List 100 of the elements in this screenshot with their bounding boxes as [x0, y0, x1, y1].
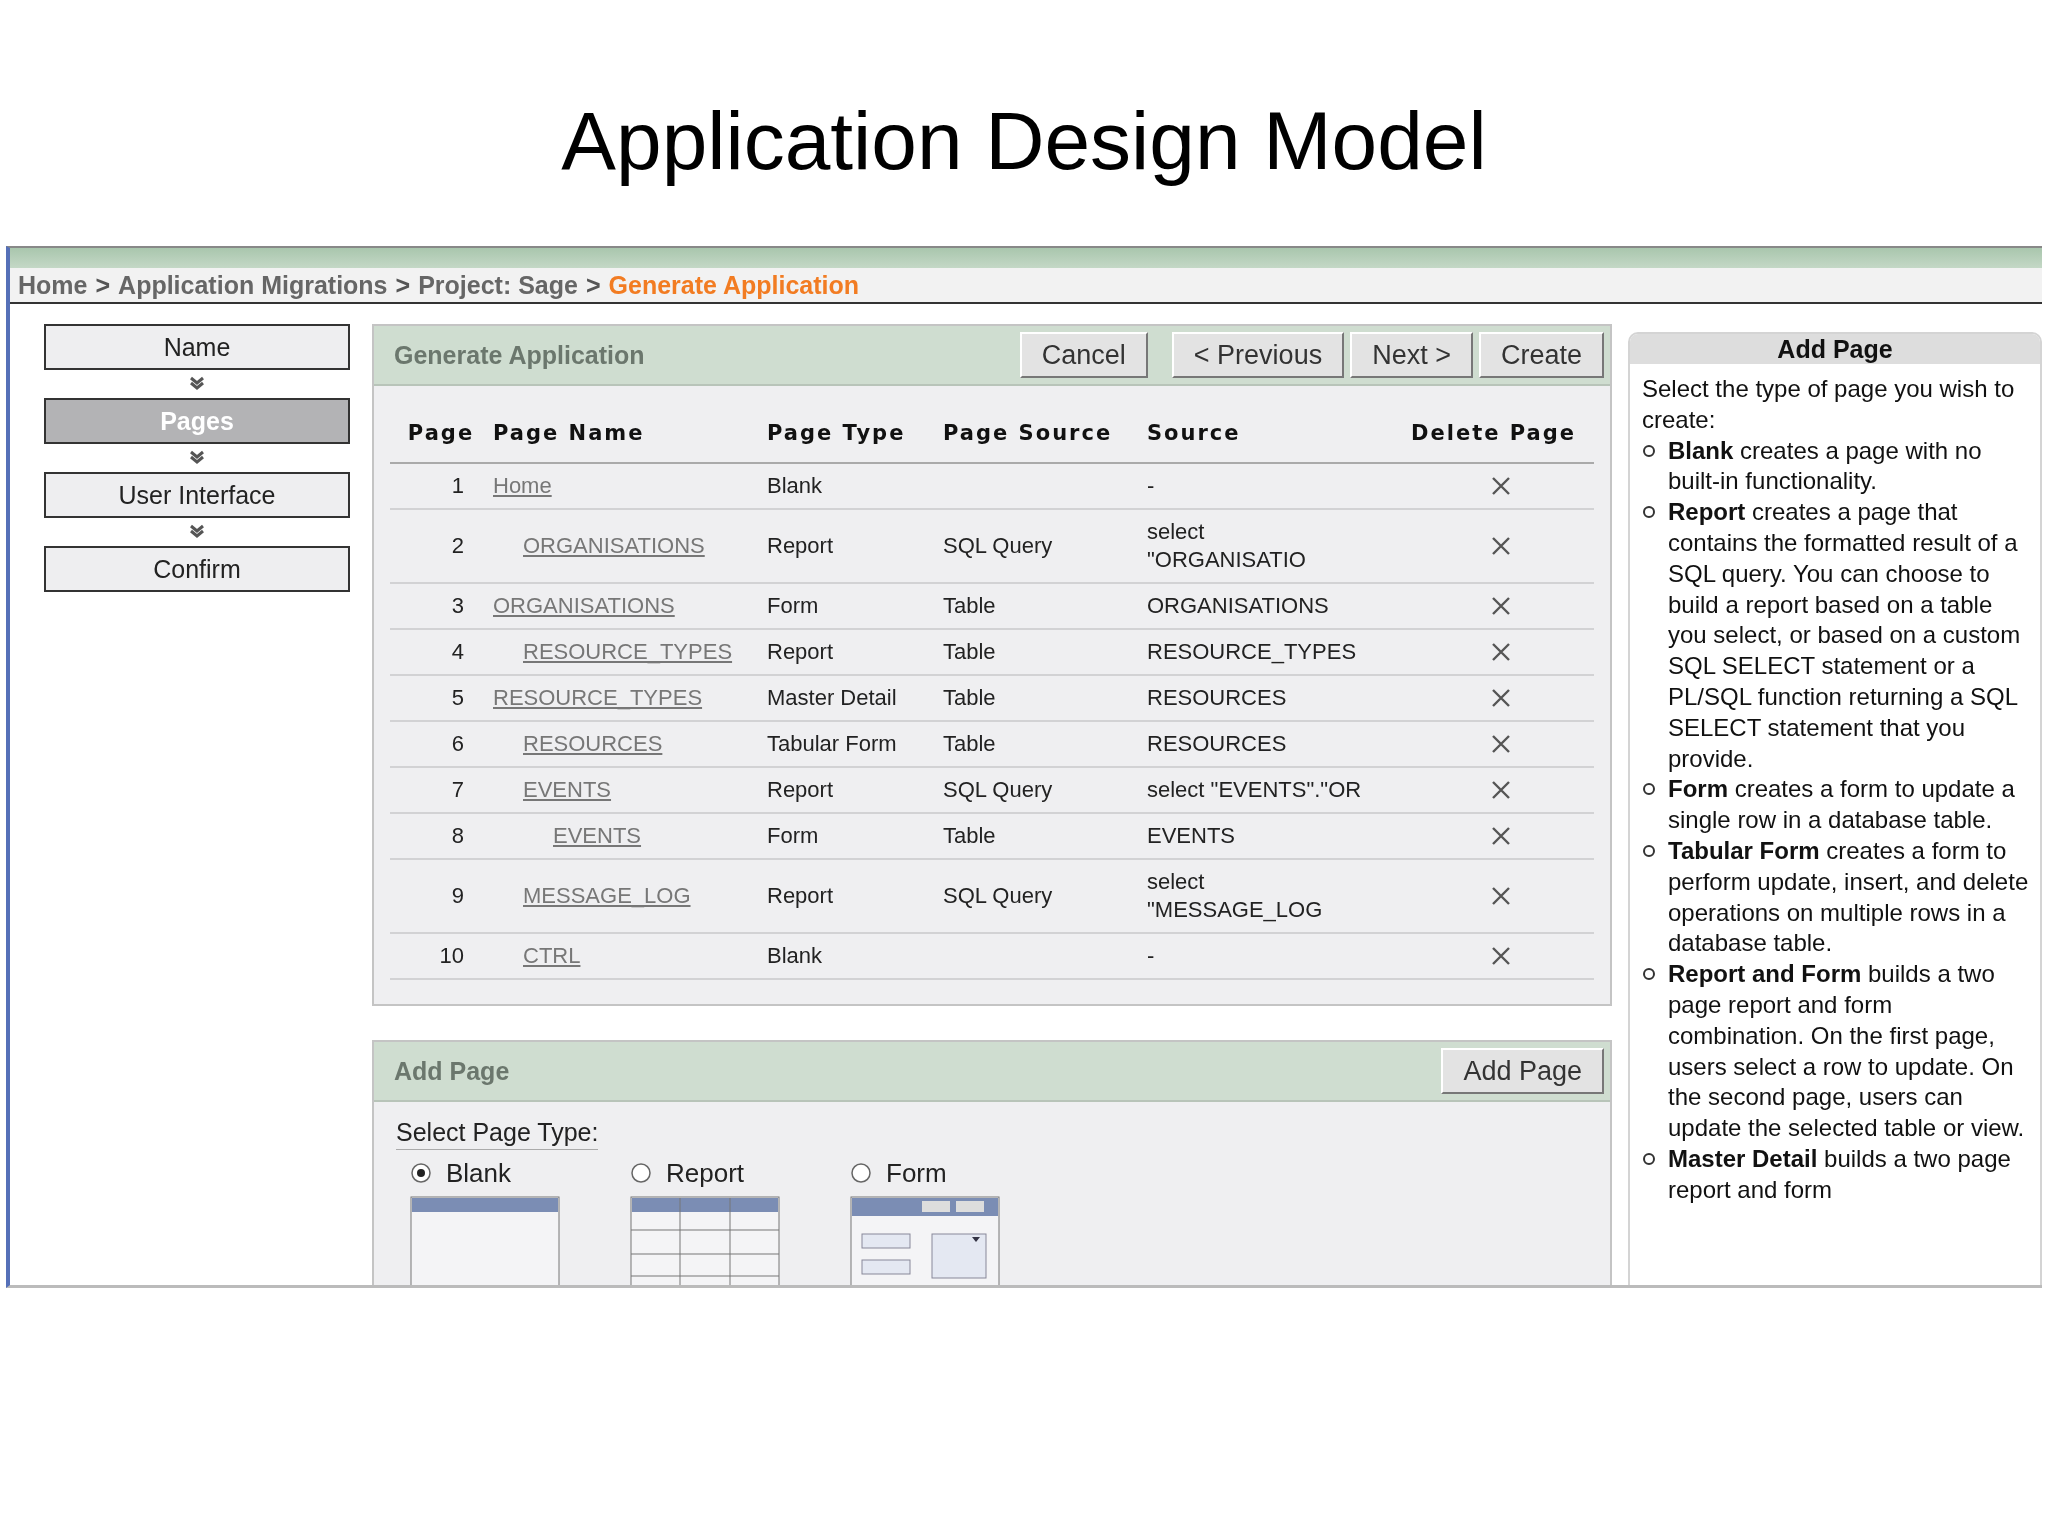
wizard-button[interactable]: Create [1478, 332, 1604, 378]
help-text: Tabular Form creates a form to perform update, insert, and delete operations on multiple rows in a database table. [1668, 835, 2030, 959]
column-header: Page Name [492, 404, 766, 463]
table-cell: Master Detail [766, 675, 942, 721]
table-cell: Report [766, 629, 942, 675]
radio-label: Blank [446, 1157, 512, 1189]
table-cell: select "MESSAGE_LOG [1146, 859, 1397, 933]
breadcrumb-link[interactable]: Home [18, 271, 88, 299]
table-cell: RESOURCE_TYPES [1146, 629, 1397, 675]
table-cell: Table [942, 675, 1146, 721]
wizard-button[interactable]: < Previous [1171, 332, 1345, 378]
page-link[interactable]: CTRL [523, 942, 581, 970]
table-cell: SQL Query [942, 859, 1146, 933]
delete-icon[interactable] [1490, 779, 1512, 801]
page-link[interactable]: EVENTS [553, 822, 642, 850]
radio-button[interactable] [850, 1162, 872, 1184]
table-cell: Tabular Form [766, 721, 942, 767]
delete-icon[interactable] [1490, 733, 1512, 755]
page-link[interactable]: RESOURCES [523, 730, 663, 758]
current-page-label: Generate Application [608, 271, 860, 299]
table-cell: RESOURCES [1146, 675, 1397, 721]
table-cell: - [1146, 933, 1397, 979]
delete-icon[interactable] [1490, 687, 1512, 709]
page-link[interactable]: RESOURCE_TYPES [493, 684, 703, 712]
table-cell: 1 [390, 463, 492, 509]
bullet-icon [1642, 843, 1656, 858]
delete-icon[interactable] [1490, 595, 1512, 617]
breadcrumb-link[interactable]: Application Migrations [118, 271, 388, 299]
slide-title: Application Design Model [560, 94, 1488, 188]
wizard-step[interactable]: Confirm [44, 546, 350, 592]
table-cell: Table [942, 813, 1146, 859]
table-cell: 2 [390, 509, 492, 583]
chevron-down-icon [189, 376, 205, 390]
wizard-step[interactable]: Name [44, 324, 350, 370]
table-cell: select "ORGANISATIO [1146, 509, 1397, 583]
delete-icon[interactable] [1490, 535, 1512, 557]
table-cell: Report [766, 767, 942, 813]
help-text: Form creates a form to update a single row in a database table. [1668, 774, 2016, 836]
table-cell: 9 [390, 859, 492, 933]
help-text: Master Detail builds a two page report and form [1668, 1143, 2012, 1205]
column-header: Delete Page [1397, 404, 1594, 463]
help-text: Report creates a page that contains the formatted result of a SQL query. You can choose to build a report based on a table you select, or based on a custom SQL SELECT statement or a PL/SQL function returning a SQL SELECT statement that you provide. [1668, 497, 2022, 774]
radio-label: Report [666, 1157, 745, 1189]
radio-button[interactable] [630, 1162, 652, 1184]
table-cell: SQL Query [942, 767, 1146, 813]
page-link[interactable]: Home [493, 472, 552, 500]
column-header: Source [1146, 404, 1397, 463]
table-cell: Form [766, 813, 942, 859]
bullet-icon [1642, 443, 1656, 458]
page-link[interactable]: EVENTS [523, 776, 612, 804]
table-cell: - [1146, 463, 1397, 509]
panel-title: Add Page [394, 1056, 510, 1086]
page-link[interactable]: RESOURCE_TYPES [523, 638, 733, 666]
table-cell: 3 [390, 583, 492, 629]
table-cell: Report [766, 859, 942, 933]
help-text: Report and Form builds a two page report and form combination. On the first page, users select a row to update. On the second page, users can update the selected table or view. [1668, 959, 2026, 1144]
bullet-icon [1642, 1151, 1656, 1166]
panel-title: Generate Application [394, 340, 645, 370]
add-page-button[interactable]: Add Page [1441, 1048, 1604, 1094]
breadcrumb-separator: > [95, 271, 111, 299]
table-cell: EVENTS [1146, 813, 1397, 859]
help-text: Select the type of page you wish to create: [1642, 374, 2016, 435]
breadcrumb-link[interactable]: Project: Sage [418, 271, 578, 299]
help-text: Blank creates a page with no built-in functionality. [1668, 435, 1983, 497]
column-header: Page Type [766, 404, 942, 463]
radio-label: Form [886, 1157, 947, 1189]
delete-icon[interactable] [1490, 945, 1512, 967]
wizard-button[interactable]: Cancel [1019, 332, 1148, 378]
page-link[interactable]: ORGANISATIONS [523, 532, 705, 560]
table-cell: 10 [390, 933, 492, 979]
delete-icon[interactable] [1490, 885, 1512, 907]
breadcrumb-separator: > [395, 271, 411, 299]
breadcrumb-separator: > [585, 271, 601, 299]
table-cell: Table [942, 721, 1146, 767]
table-cell: Form [766, 583, 942, 629]
column-header: Page [390, 404, 492, 463]
radio-button[interactable] [410, 1162, 432, 1184]
bullet-icon [1642, 967, 1656, 982]
wizard-button[interactable]: Next > [1350, 332, 1473, 378]
page-link[interactable]: ORGANISATIONS [493, 592, 675, 620]
table-cell: 4 [390, 629, 492, 675]
table-cell: Blank [766, 463, 942, 509]
table-cell: select "EVENTS"."OR [1146, 767, 1397, 813]
chevron-down-icon [189, 450, 205, 464]
delete-icon[interactable] [1490, 641, 1512, 663]
delete-icon[interactable] [1490, 475, 1512, 497]
column-header: Page Source [942, 404, 1146, 463]
table-cell: 6 [390, 721, 492, 767]
table-cell: Blank [766, 933, 942, 979]
page-link[interactable]: MESSAGE_LOG [523, 882, 691, 910]
table-cell: SQL Query [942, 509, 1146, 583]
field-label: Select Page Type: [396, 1118, 599, 1150]
help-panel-title: Add Page [1630, 334, 2040, 364]
wizard-step[interactable]: User Interface [44, 472, 350, 518]
bullet-icon [1642, 505, 1656, 520]
table-cell: Table [942, 629, 1146, 675]
bullet-icon [1642, 782, 1656, 797]
table-cell: 5 [390, 675, 492, 721]
table-cell: 7 [390, 767, 492, 813]
delete-icon[interactable] [1490, 825, 1512, 847]
